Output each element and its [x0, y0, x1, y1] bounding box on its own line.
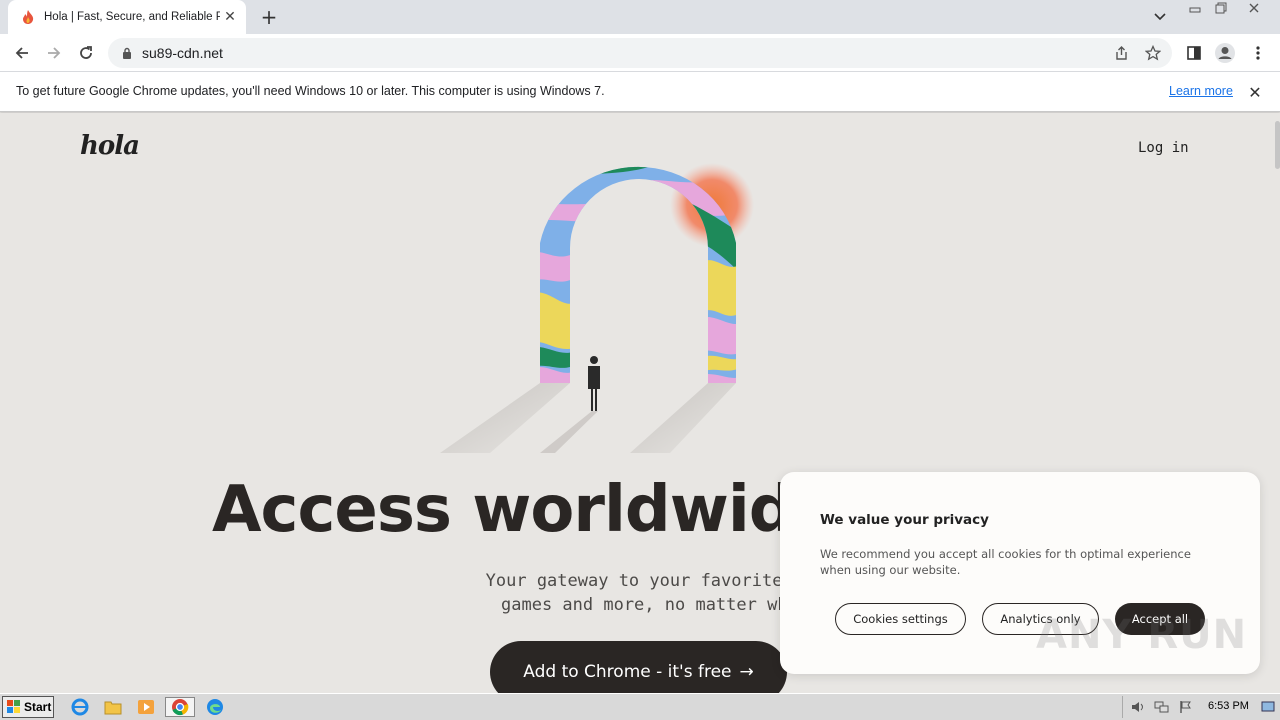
restore-icon[interactable] — [1208, 0, 1234, 16]
url-text: su89-cdn.net — [142, 45, 223, 61]
start-button[interactable]: Start — [2, 696, 54, 718]
internet-explorer-icon[interactable] — [69, 697, 91, 717]
lock-icon[interactable] — [120, 46, 134, 60]
edge-icon[interactable] — [204, 697, 226, 717]
reload-icon[interactable] — [74, 41, 98, 65]
anyrun-watermark: ANY RUN — [1036, 612, 1248, 658]
tab-close-icon[interactable]: ✕ — [222, 9, 238, 25]
learn-more-link[interactable]: Learn more — [1169, 84, 1233, 98]
page-scrollbar[interactable] — [1274, 113, 1280, 693]
volume-icon[interactable] — [1129, 698, 1147, 716]
window-controls — [1182, 0, 1274, 18]
add-to-chrome-button[interactable]: Add to Chrome - it's free → — [490, 641, 787, 693]
tab-title: Hola | Fast, Secure, and Reliable Pro — [44, 11, 220, 23]
bookmark-star-icon[interactable] — [1144, 44, 1162, 62]
chrome-taskbar-icon[interactable] — [165, 697, 195, 717]
infobar-message: To get future Google Chrome updates, you… — [16, 84, 605, 98]
person-silhouette — [588, 356, 600, 411]
window-close-icon[interactable] — [1234, 0, 1274, 16]
taskbar-clock[interactable]: 6:53 PM — [1208, 700, 1249, 712]
forward-arrow-icon[interactable] — [42, 41, 66, 65]
menu-kebab-icon[interactable] — [1246, 41, 1270, 65]
new-tab-button[interactable]: + — [258, 5, 280, 29]
hero-headline: Access worldwide — [212, 473, 837, 547]
infobar-close-icon[interactable]: ✕ — [1247, 83, 1263, 102]
windows-taskbar: Start 6:53 PM — [0, 693, 1280, 720]
windows-logo-icon — [7, 700, 20, 713]
system-tray — [1122, 696, 1280, 718]
address-bar[interactable]: su89-cdn.net — [108, 38, 1172, 68]
hola-favicon-icon — [20, 9, 36, 25]
start-label: Start — [24, 700, 52, 714]
cookie-title: We value your privacy — [820, 512, 989, 528]
add-to-chrome-label: Add to Chrome - it's free — [523, 662, 732, 682]
tab-strip: Hola | Fast, Secure, and Reliable Pro ✕ … — [0, 0, 1280, 34]
share-icon[interactable] — [1112, 44, 1130, 62]
network-icon[interactable] — [1153, 698, 1171, 716]
side-panel-icon[interactable] — [1182, 41, 1206, 65]
arrow-right-icon: → — [739, 662, 754, 682]
profile-avatar-icon[interactable] — [1213, 41, 1237, 65]
login-link[interactable]: Log in — [1138, 140, 1189, 156]
cookies-settings-button[interactable]: Cookies settings — [835, 603, 966, 635]
minimize-icon[interactable] — [1182, 0, 1208, 16]
back-arrow-icon[interactable] — [10, 41, 34, 65]
browser-toolbar: su89-cdn.net — [0, 34, 1280, 72]
hola-logo[interactable]: hola — [80, 131, 140, 161]
show-desktop-icon[interactable] — [1259, 698, 1277, 716]
media-player-icon[interactable] — [135, 697, 157, 717]
file-explorer-icon[interactable] — [102, 697, 124, 717]
browser-tab[interactable]: Hola | Fast, Secure, and Reliable Pro ✕ — [8, 0, 246, 34]
scroll-thumb[interactable] — [1275, 121, 1280, 169]
hero-arch-illustration — [430, 153, 770, 453]
action-center-flag-icon[interactable] — [1177, 698, 1195, 716]
update-infobar: To get future Google Chrome updates, you… — [0, 72, 1280, 112]
tab-search-chevron-icon[interactable] — [1150, 8, 1170, 26]
cookie-description: We recommend you accept all cookies for … — [820, 547, 1191, 577]
